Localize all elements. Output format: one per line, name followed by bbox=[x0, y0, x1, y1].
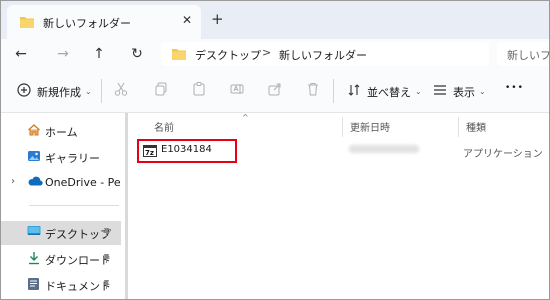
search-input[interactable]: 新しいフォルダー bbox=[497, 42, 550, 66]
pin-icon bbox=[102, 227, 111, 240]
sidebar-divider bbox=[29, 205, 119, 206]
column-header-type[interactable]: 種類 bbox=[466, 119, 486, 134]
sidebar-item-label: ギャラリー bbox=[45, 152, 100, 165]
home-icon bbox=[27, 123, 41, 140]
sidebar-item-label: OneDrive - Perso bbox=[45, 176, 121, 189]
file-modified-date-blurred bbox=[349, 145, 419, 153]
chevron-right-icon[interactable]: › bbox=[11, 176, 15, 187]
view-button[interactable]: 表示 ⌄ bbox=[433, 83, 486, 100]
up-button[interactable]: ↑ bbox=[89, 44, 109, 64]
sidebar-item-downloads[interactable]: ダウンロード bbox=[1, 247, 121, 271]
tab-close-icon[interactable]: ✕ bbox=[182, 13, 192, 27]
column-divider[interactable] bbox=[458, 117, 459, 137]
file-type: アプリケーション bbox=[463, 149, 543, 160]
chevron-down-icon: ⌄ bbox=[479, 87, 486, 96]
onedrive-icon bbox=[27, 175, 43, 190]
forward-button[interactable]: → bbox=[53, 44, 73, 64]
navigation-pane: ホーム ギャラリー › OneDrive - Perso デスクトップ bbox=[1, 113, 125, 299]
rename-icon[interactable] bbox=[229, 81, 247, 99]
gallery-icon bbox=[27, 149, 41, 166]
sidebar-item-gallery[interactable]: ギャラリー bbox=[1, 145, 121, 169]
archive-exe-icon: 7z bbox=[143, 145, 157, 160]
command-bar: 新規作成 ⌄ 並べ替え ⌄ 表示 ⌄ ••• bbox=[1, 69, 549, 113]
sort-button[interactable]: 並べ替え ⌄ bbox=[347, 83, 422, 100]
address-row: ← → ↑ ↻ デスクトップ > 新しいフォルダー 新しいフォルダー bbox=[1, 39, 550, 69]
new-button-label: 新規作成 bbox=[37, 85, 81, 99]
view-list-icon bbox=[433, 83, 447, 100]
download-icon bbox=[27, 251, 41, 268]
tab-current-folder[interactable]: 新しいフォルダー ✕ bbox=[7, 5, 201, 39]
svg-text:7z: 7z bbox=[145, 149, 154, 157]
desktop-icon bbox=[27, 225, 41, 240]
pin-icon bbox=[102, 253, 111, 266]
more-options-button[interactable]: ••• bbox=[505, 83, 524, 93]
cut-icon[interactable] bbox=[113, 81, 131, 99]
new-button[interactable]: 新規作成 ⌄ bbox=[17, 83, 92, 100]
toolbar-divider bbox=[101, 79, 102, 103]
explorer-window: 新しいフォルダー ✕ + ← → ↑ ↻ デスクトップ > 新しいフォルダー 新… bbox=[0, 0, 550, 300]
chevron-down-icon: ⌄ bbox=[415, 87, 422, 96]
breadcrumb-desktop[interactable]: デスクトップ bbox=[195, 47, 261, 63]
tab-bar: 新しいフォルダー ✕ + bbox=[1, 1, 549, 39]
pin-icon bbox=[102, 279, 111, 292]
sort-button-label: 並べ替え bbox=[367, 85, 411, 99]
column-header-name[interactable]: 名前 bbox=[154, 119, 174, 134]
sidebar-item-onedrive[interactable]: › OneDrive - Perso bbox=[1, 171, 121, 195]
table-row[interactable]: 7z E1034184 アプリケーション bbox=[128, 139, 549, 163]
sort-caret-icon: ^ bbox=[242, 113, 249, 122]
search-placeholder: 新しいフォルダー bbox=[507, 49, 550, 62]
column-header-modified[interactable]: 更新日時 bbox=[350, 119, 390, 134]
back-button[interactable]: ← bbox=[11, 44, 31, 64]
refresh-button[interactable]: ↻ bbox=[127, 44, 147, 64]
file-name: E1034184 bbox=[161, 144, 212, 155]
address-bar[interactable]: デスクトップ > 新しいフォルダー bbox=[161, 42, 489, 66]
breadcrumb-separator[interactable]: > bbox=[262, 46, 271, 59]
folder-icon bbox=[19, 15, 35, 32]
tab-title: 新しいフォルダー bbox=[43, 17, 131, 30]
copy-icon[interactable] bbox=[153, 81, 171, 99]
delete-icon[interactable] bbox=[305, 81, 323, 99]
breadcrumb-current-folder[interactable]: 新しいフォルダー bbox=[279, 47, 367, 63]
new-tab-button[interactable]: + bbox=[211, 10, 224, 28]
paste-icon[interactable] bbox=[191, 81, 209, 99]
folder-icon bbox=[171, 47, 187, 64]
documents-icon bbox=[27, 277, 40, 294]
view-button-label: 表示 bbox=[453, 85, 475, 99]
share-icon[interactable] bbox=[267, 81, 285, 99]
file-list: ^ 名前 更新日時 種類 7z E1034184 アプリケーション bbox=[128, 113, 549, 299]
sidebar-item-home[interactable]: ホーム bbox=[1, 119, 121, 143]
column-divider[interactable] bbox=[342, 117, 343, 137]
sidebar-item-desktop[interactable]: デスクトップ bbox=[1, 221, 121, 245]
sort-icon bbox=[347, 83, 361, 100]
toolbar-divider bbox=[333, 79, 334, 103]
add-circle-icon bbox=[17, 83, 31, 100]
sidebar-item-label: ホーム bbox=[45, 126, 78, 139]
chevron-down-icon: ⌄ bbox=[85, 87, 92, 96]
sidebar-item-documents[interactable]: ドキュメント bbox=[1, 273, 121, 297]
